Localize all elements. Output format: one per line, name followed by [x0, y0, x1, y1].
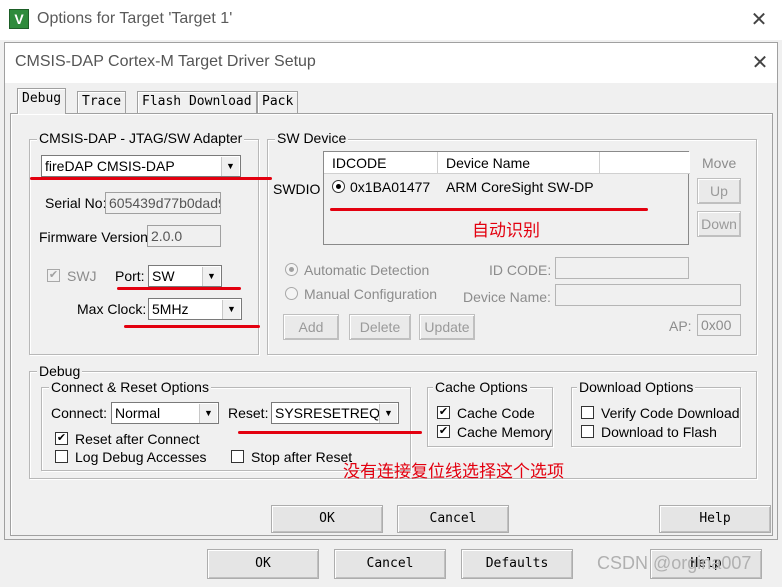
row-idcode: 0x1BA01477	[350, 179, 431, 195]
ap-label: AP:	[669, 318, 692, 334]
download-flash-checkbox[interactable]	[581, 425, 594, 438]
outer-close-icon[interactable]: ✕	[744, 6, 774, 34]
cache-options-label: Cache Options	[433, 379, 530, 395]
chevron-down-icon[interactable]: ▼	[222, 300, 240, 319]
add-button[interactable]: Add	[283, 314, 339, 340]
dialog-ok-button[interactable]: OK	[271, 505, 383, 533]
cache-code-checkbox[interactable]: ✔	[437, 406, 450, 419]
column-divider	[437, 152, 438, 174]
verify-code-checkbox[interactable]	[581, 406, 594, 419]
dialog-help-button[interactable]: Help	[659, 505, 771, 533]
tab-flash-download[interactable]: Flash Download	[137, 91, 257, 113]
dialog-close-icon[interactable]: ✕	[745, 49, 775, 77]
cache-memory-checkbox[interactable]: ✔	[437, 425, 450, 438]
log-debug-label: Log Debug Accesses	[75, 449, 207, 465]
device-name-label: Device Name:	[463, 289, 551, 305]
outer-ok-button[interactable]: OK	[207, 549, 319, 579]
firmware-label: Firmware Version:	[39, 229, 152, 245]
debug-group-label: Debug	[37, 363, 83, 379]
move-label: Move	[702, 155, 737, 171]
outer-cancel-button[interactable]: Cancel	[334, 549, 446, 579]
adapter-select[interactable]: fireDAP CMSIS-DAP ▼	[41, 155, 241, 177]
table-row[interactable]: 0x1BA01477 ARM CoreSight SW-DP	[324, 176, 690, 198]
connect-reset-label: Connect & Reset Options	[49, 379, 211, 395]
sw-device-group-label: SW Device	[275, 130, 349, 146]
maxclock-select-value: 5MHz	[152, 301, 189, 317]
maxclock-label: Max Clock:	[77, 301, 147, 317]
cache-code-label: Cache Code	[457, 405, 535, 421]
chevron-down-icon[interactable]: ▼	[202, 267, 220, 286]
dialog-cancel-button[interactable]: Cancel	[397, 505, 509, 533]
move-up-button[interactable]: Up	[697, 178, 741, 204]
maxclock-select[interactable]: 5MHz ▼	[148, 298, 242, 320]
port-select[interactable]: SW ▼	[148, 265, 222, 287]
serial-label: Serial No:	[45, 195, 107, 211]
row-device-name: ARM CoreSight SW-DP	[446, 179, 594, 195]
manual-config-radio[interactable]	[285, 287, 298, 300]
swj-label: SWJ	[67, 268, 97, 284]
annotation-underline	[30, 177, 272, 180]
device-name-field[interactable]	[555, 284, 741, 306]
ap-field[interactable]: 0x00	[697, 314, 741, 336]
update-button[interactable]: Update	[419, 314, 475, 340]
column-divider	[599, 152, 600, 174]
outer-window-title: Options for Target 'Target 1'	[37, 10, 233, 27]
connect-select-value: Normal	[115, 405, 161, 421]
reset-label: Reset:	[228, 405, 269, 421]
id-code-field[interactable]	[555, 257, 689, 279]
swdio-label: SWDIO	[273, 181, 321, 197]
manual-config-label: Manual Configuration	[304, 286, 438, 302]
dialog-title: CMSIS-DAP Cortex-M Target Driver Setup	[15, 53, 316, 70]
column-header-device-name: Device Name	[446, 155, 531, 171]
csdn-watermark: CSDN @orgina007	[597, 553, 752, 573]
annotation-underline	[117, 287, 241, 290]
cache-memory-label: Cache Memory	[457, 424, 552, 440]
delete-button[interactable]: Delete	[349, 314, 411, 340]
annotation-no-reset-line: 没有连接复位线选择这个选项	[343, 462, 564, 481]
row-select-radio[interactable]	[332, 180, 345, 193]
keil-app-icon: V	[9, 9, 29, 29]
connect-label: Connect:	[51, 405, 108, 421]
chevron-down-icon[interactable]: ▼	[221, 157, 239, 176]
reset-after-connect-label: Reset after Connect	[75, 431, 200, 447]
port-select-value: SW	[152, 268, 175, 284]
tab-trace[interactable]: Trace	[77, 91, 127, 113]
download-flash-label: Download to Flash	[601, 424, 717, 440]
adapter-group-label: CMSIS-DAP - JTAG/SW Adapter	[37, 130, 245, 146]
serial-field: 605439d77b0dad9	[105, 192, 221, 214]
reset-select[interactable]: SYSRESETREQ ▼	[271, 402, 399, 424]
id-code-label: ID CODE:	[489, 262, 552, 278]
chevron-down-icon[interactable]: ▼	[379, 404, 397, 423]
annotation-underline	[238, 431, 422, 434]
adapter-select-value: fireDAP CMSIS-DAP	[45, 158, 175, 174]
tab-debug[interactable]: Debug	[17, 88, 67, 114]
stop-after-reset-label: Stop after Reset	[251, 449, 353, 465]
reset-after-connect-checkbox[interactable]: ✔	[55, 432, 68, 445]
swj-checkbox[interactable]: ✔	[47, 269, 60, 282]
download-options-label: Download Options	[577, 379, 696, 395]
chevron-down-icon[interactable]: ▼	[199, 404, 217, 423]
annotation-auto-recognize: 自动识别	[472, 221, 540, 240]
firmware-field: 2.0.0	[147, 225, 221, 247]
stop-after-reset-checkbox[interactable]	[231, 450, 244, 463]
port-label: Port:	[115, 268, 145, 284]
outer-defaults-button[interactable]: Defaults	[461, 549, 573, 579]
reset-select-value: SYSRESETREQ	[275, 405, 381, 421]
auto-detection-label: Automatic Detection	[304, 262, 430, 278]
move-down-button[interactable]: Down	[697, 211, 741, 237]
column-header-idcode: IDCODE	[332, 155, 387, 171]
tab-pack[interactable]: Pack	[257, 91, 299, 113]
verify-code-label: Verify Code Download	[601, 405, 740, 421]
annotation-underline	[124, 325, 260, 328]
connect-select[interactable]: Normal ▼	[111, 402, 219, 424]
auto-detection-radio[interactable]	[285, 263, 298, 276]
annotation-underline	[330, 208, 648, 211]
log-debug-checkbox[interactable]	[55, 450, 68, 463]
